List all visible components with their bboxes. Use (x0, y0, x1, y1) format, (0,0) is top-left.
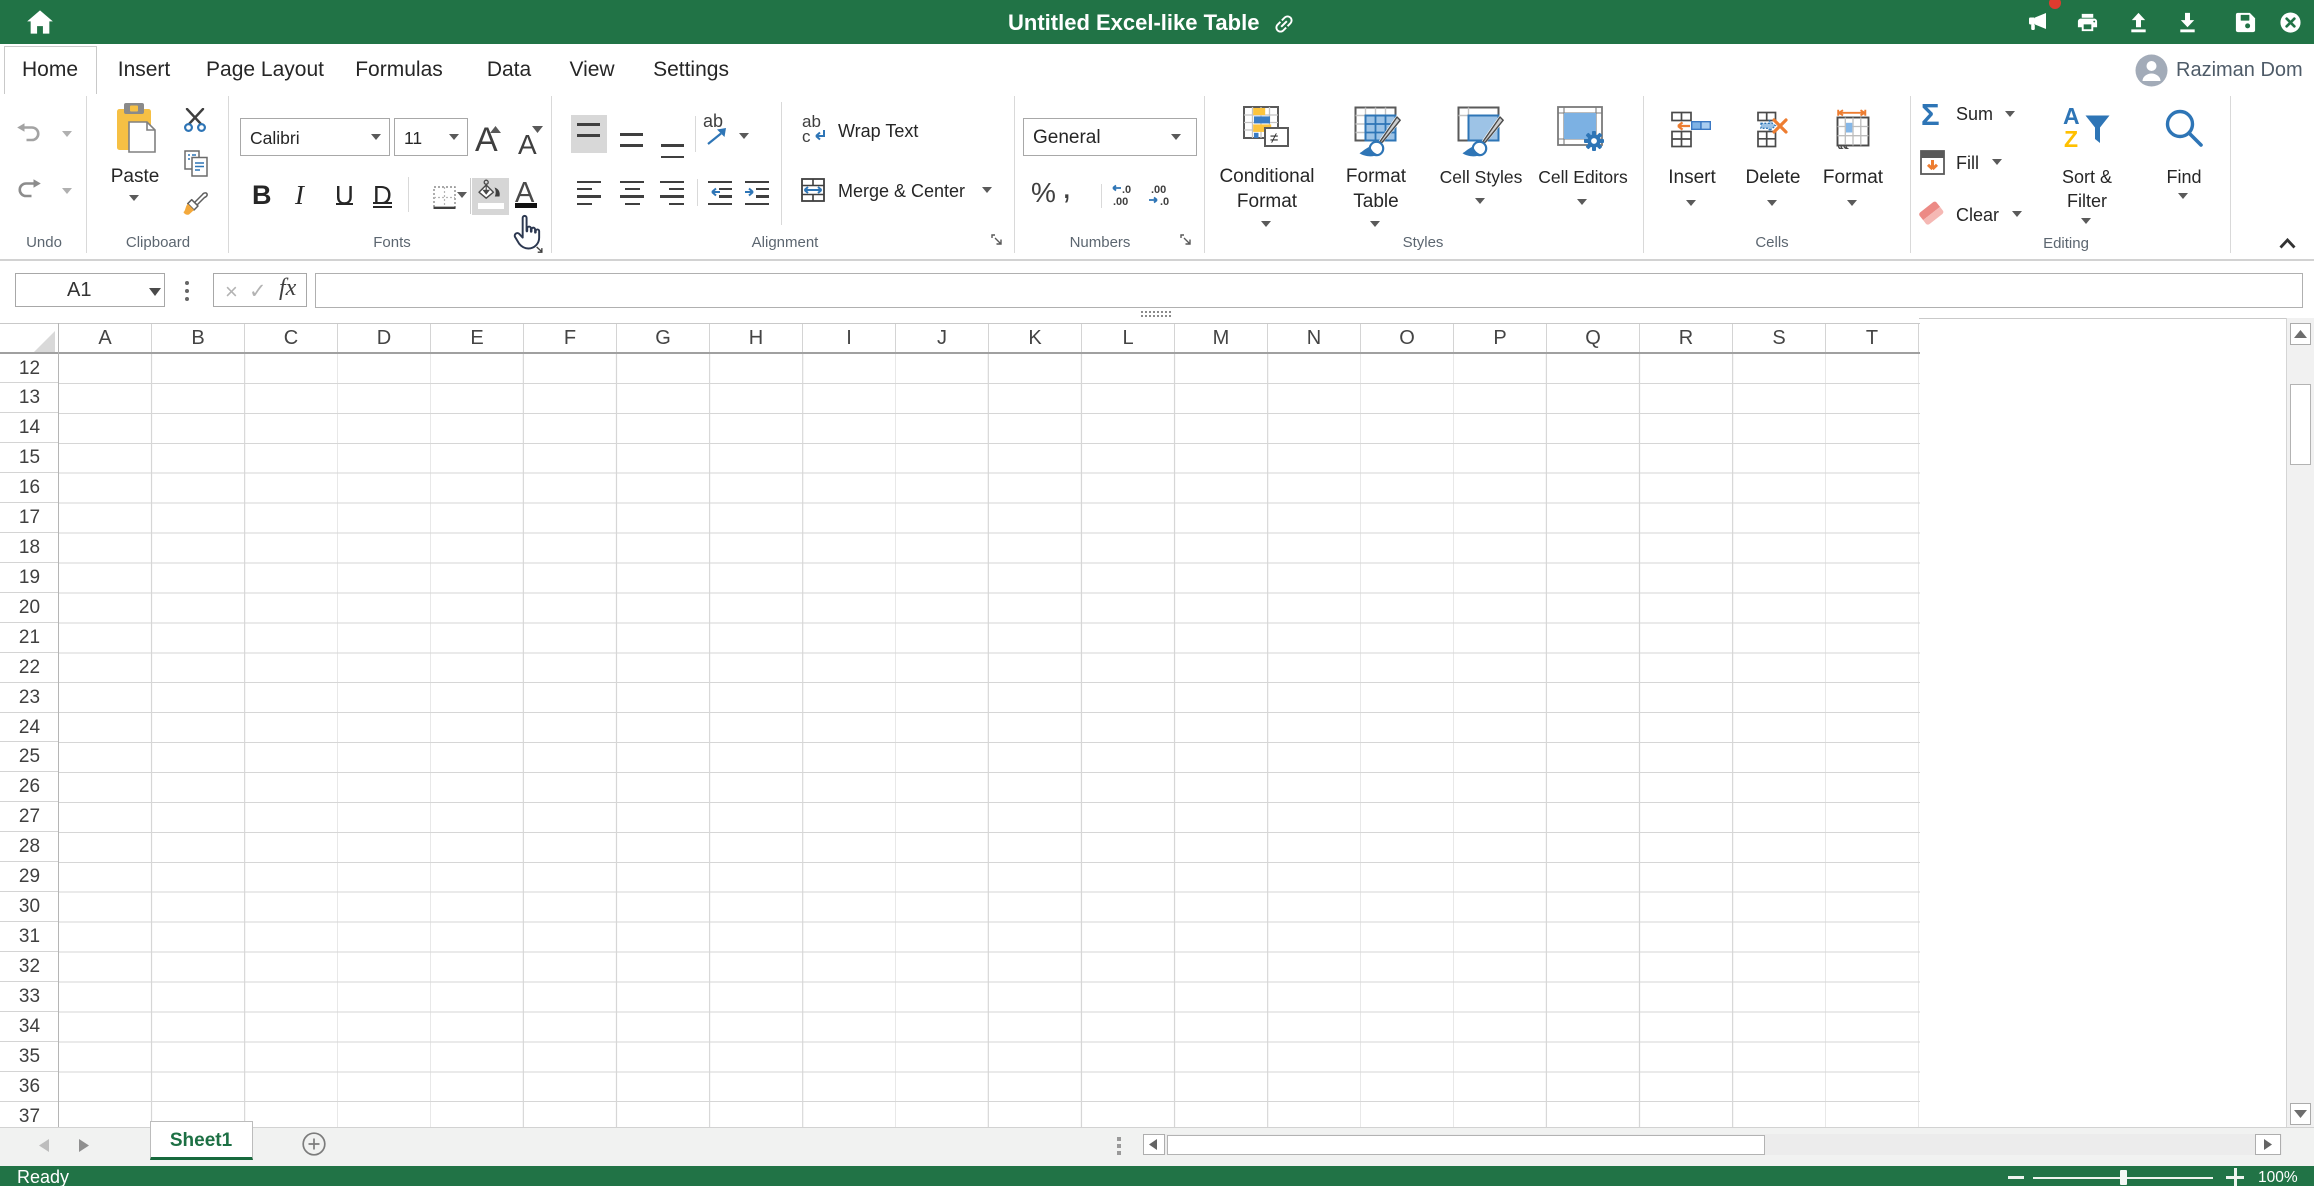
svg-text:.0: .0 (1122, 184, 1131, 196)
svg-text:.00: .00 (1151, 184, 1166, 196)
svg-text:.0: .0 (1160, 196, 1169, 207)
svg-text:≠: ≠ (1270, 130, 1278, 147)
svg-text:.00: .00 (1113, 196, 1128, 207)
